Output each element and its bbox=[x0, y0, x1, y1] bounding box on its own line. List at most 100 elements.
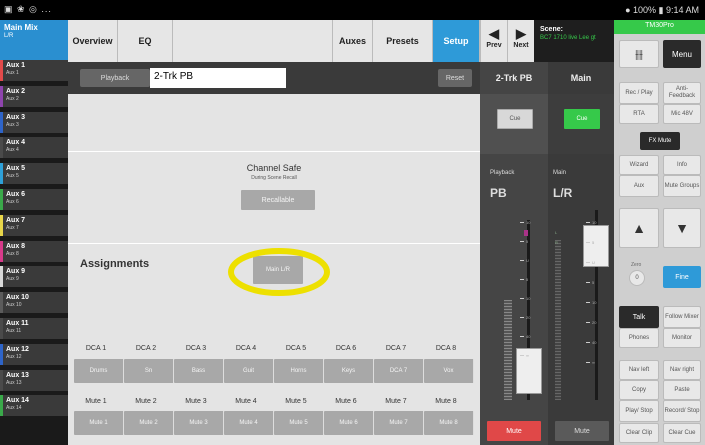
mute-group-label: Mute 5 bbox=[285, 398, 307, 405]
info-button[interactable]: Info bbox=[663, 155, 701, 175]
main-lr-button[interactable]: Main L/R bbox=[253, 256, 303, 284]
follow-mixer-button[interactable]: Follow Mixer bbox=[663, 306, 701, 328]
main-mix-sub: L/R bbox=[4, 33, 14, 39]
sidebar-item-label: Aux 12 bbox=[6, 345, 29, 353]
sidebar-item-label: Aux 3 bbox=[6, 113, 26, 121]
nav-left-button[interactable]: Nav left bbox=[619, 360, 659, 380]
down-arrow-button[interactable]: ▼ bbox=[663, 208, 701, 248]
monitor-button[interactable]: Monitor bbox=[663, 328, 701, 348]
mute-group-button[interactable]: Mute 3 bbox=[174, 411, 224, 435]
record-stop-button[interactable]: Record/ Stop bbox=[663, 400, 701, 422]
mute-group-button[interactable]: Mute 1 bbox=[74, 411, 124, 435]
dca-button[interactable]: Horns bbox=[274, 359, 324, 383]
fader-scale-tick bbox=[520, 336, 524, 337]
wizard-button[interactable]: Wizard bbox=[619, 155, 659, 175]
clear-cue-button[interactable]: Clear Cue bbox=[663, 423, 701, 443]
mic48v-button[interactable]: Mic 48V bbox=[663, 104, 701, 124]
aux-color-bar bbox=[0, 266, 3, 288]
sidebar-item-aux-8[interactable]: Aux 8 Aux 8 bbox=[0, 240, 68, 263]
fader-scale-tick bbox=[586, 342, 590, 343]
rta-button[interactable]: RTA bbox=[619, 104, 659, 124]
fine-button[interactable]: Fine bbox=[663, 266, 701, 288]
sidebar-item-label: Aux 8 bbox=[6, 242, 26, 250]
paste-button[interactable]: Paste bbox=[663, 380, 701, 400]
copy-button[interactable]: Copy bbox=[619, 380, 659, 400]
scene-display[interactable]: Scene: BC7 1710 live Lee gt bbox=[534, 20, 614, 62]
tab-eq[interactable]: EQ bbox=[118, 20, 173, 62]
sidebar-item-aux-11[interactable]: Aux 11 Aux 11 bbox=[0, 318, 68, 340]
mute-group-button[interactable]: Mute 6 bbox=[324, 411, 374, 435]
sidebar-item-aux-10[interactable]: Aux 10 Aux 10 bbox=[0, 292, 68, 315]
phones-button[interactable]: Phones bbox=[619, 328, 659, 348]
rec-play-button[interactable]: Rec / Play bbox=[619, 82, 659, 104]
prev-button[interactable]: ◀ Prev bbox=[480, 20, 507, 62]
talk-button[interactable]: Talk bbox=[619, 306, 659, 328]
cue-button-main[interactable]: Cue bbox=[564, 109, 600, 129]
nav-right-button[interactable]: Nav right bbox=[663, 360, 701, 380]
play-stop-button[interactable]: Play/ Stop bbox=[619, 400, 659, 422]
recallable-button[interactable]: Recallable bbox=[241, 190, 315, 210]
mute-button-main[interactable]: Mute bbox=[555, 421, 609, 441]
sidebar-item-aux-2[interactable]: Aux 2 Aux 2 bbox=[0, 85, 68, 108]
sidebar-item-aux-14[interactable]: Aux 14 Aux 14 bbox=[0, 395, 68, 418]
dca-button[interactable]: Guit bbox=[224, 359, 274, 383]
mute-group-button[interactable]: Mute 5 bbox=[274, 411, 324, 435]
fader-scale-tick bbox=[586, 262, 590, 263]
mute-group-button[interactable]: Mute 8 bbox=[424, 411, 474, 435]
mixer-icon[interactable]: ⫲⫲ bbox=[619, 40, 659, 68]
aux-color-bar bbox=[0, 292, 3, 314]
fader-scale-tick bbox=[586, 362, 590, 363]
tab-setup[interactable]: Setup bbox=[433, 20, 480, 62]
clear-clip-button[interactable]: Clear Clip bbox=[619, 423, 659, 443]
aux-button[interactable]: Aux bbox=[619, 175, 659, 197]
fader-scale-label: ∞ bbox=[592, 360, 595, 365]
dca-button[interactable]: Keys bbox=[324, 359, 374, 383]
anti-feedback-button[interactable]: Anti-Feedback bbox=[663, 82, 701, 104]
menu-button[interactable]: Menu bbox=[663, 40, 701, 68]
sidebar-item-aux-6[interactable]: Aux 6 Aux 6 bbox=[0, 189, 68, 211]
aux-color-bar bbox=[0, 395, 3, 417]
dca-button[interactable]: Sn bbox=[124, 359, 174, 383]
mute-group-label: Mute 2 bbox=[135, 398, 157, 405]
aux-color-bar bbox=[0, 214, 3, 236]
zero-button[interactable]: 0 bbox=[629, 270, 645, 286]
dca-button[interactable]: DCA 7 bbox=[374, 359, 424, 383]
sidebar-item-aux-13[interactable]: Aux 13 Aux 13 bbox=[0, 369, 68, 392]
dca-button[interactable]: Vox bbox=[424, 359, 474, 383]
mute-group-button[interactable]: Mute 7 bbox=[374, 411, 424, 435]
tab-presets[interactable]: Presets bbox=[373, 20, 433, 62]
fx-mute-button[interactable]: FX Mute bbox=[640, 132, 680, 150]
channel-name-field[interactable]: 2-Trk PB bbox=[150, 68, 286, 88]
mute-groups-button[interactable]: Mute Groups bbox=[663, 175, 701, 197]
sidebar-item-label: Aux 1 bbox=[6, 62, 26, 69]
fader-knob-main[interactable] bbox=[583, 225, 609, 267]
sidebar-item-sub: Aux 13 bbox=[6, 379, 22, 386]
sidebar-item-sub: Aux 10 bbox=[6, 302, 22, 309]
sidebar-main-mix[interactable]: Main Mix L/R bbox=[0, 20, 68, 60]
cue-button-2trk[interactable]: Cue bbox=[497, 109, 533, 129]
mute-group-button[interactable]: Mute 4 bbox=[224, 411, 274, 435]
sidebar-item-aux-1[interactable]: Aux 1 Aux 1 bbox=[0, 60, 68, 82]
next-button[interactable]: ▶ Next bbox=[507, 20, 534, 62]
tab-overview[interactable]: Overview bbox=[68, 20, 118, 62]
sidebar-item-aux-12[interactable]: Aux 12 Aux 12 bbox=[0, 343, 68, 366]
tab-auxes[interactable]: Auxes bbox=[333, 20, 373, 62]
fader-scale-tick bbox=[520, 298, 524, 299]
playback-row: Playback 2-Trk PB Reset bbox=[68, 62, 480, 94]
sidebar-item-label: Aux 2 bbox=[6, 87, 26, 95]
playback-button[interactable]: Playback bbox=[80, 69, 150, 87]
sidebar-item-aux-5[interactable]: Aux 5 Aux 5 bbox=[0, 163, 68, 186]
sidebar-item-aux-3[interactable]: Aux 3 Aux 3 bbox=[0, 111, 68, 134]
sidebar-item-aux-9[interactable]: Aux 9 Aux 9 bbox=[0, 266, 68, 289]
dca-button[interactable]: Bass bbox=[174, 359, 224, 383]
mute-button-2trk[interactable]: Mute bbox=[487, 421, 541, 441]
mute-group-button[interactable]: Mute 2 bbox=[124, 411, 174, 435]
up-arrow-button[interactable]: ▲ bbox=[619, 208, 659, 248]
fader-scale-tick bbox=[520, 317, 524, 318]
sidebar-item-aux-4[interactable]: Aux 4 Aux 4 bbox=[0, 137, 68, 160]
mute-group-label: Mute 4 bbox=[235, 398, 257, 405]
dca-button[interactable]: Drums bbox=[74, 359, 124, 383]
fader-scale-tick bbox=[520, 260, 524, 261]
reset-button[interactable]: Reset bbox=[438, 69, 472, 87]
sidebar-item-aux-7[interactable]: Aux 7 Aux 7 bbox=[0, 214, 68, 237]
